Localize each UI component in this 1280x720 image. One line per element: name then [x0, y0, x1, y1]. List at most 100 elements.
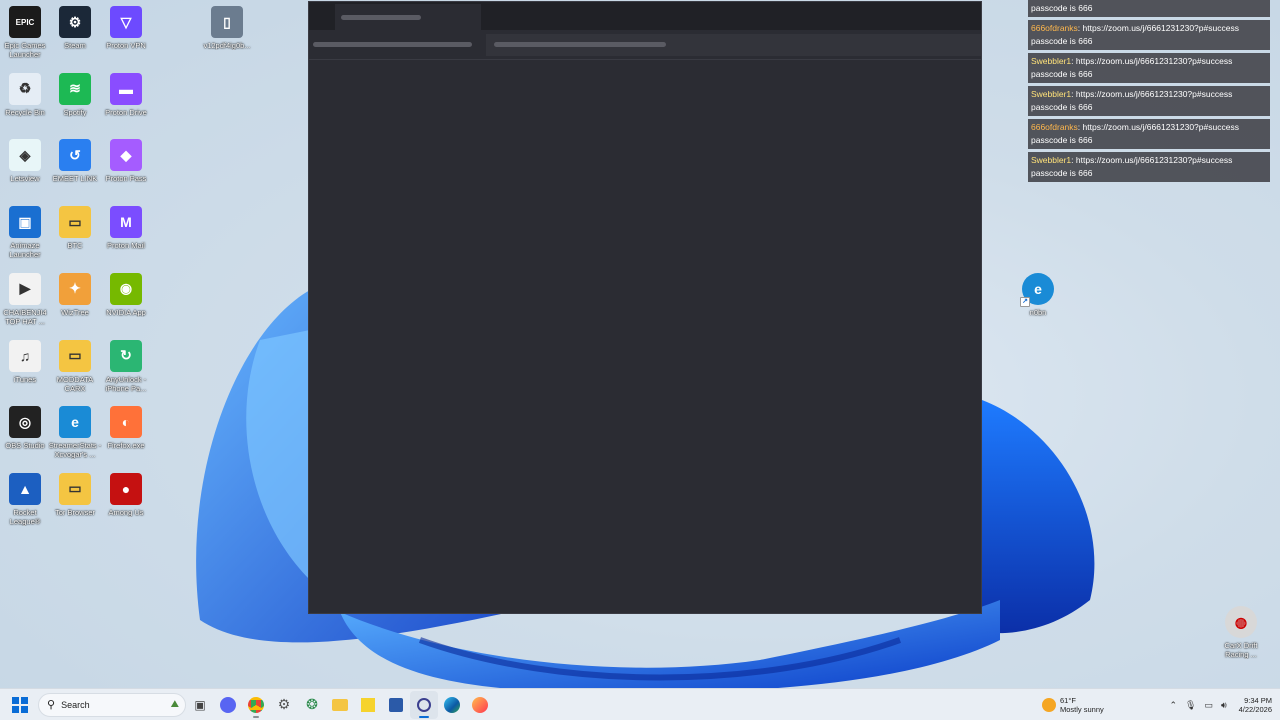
chat-message: Swebbler1: https://zoom.us/j/6661231230?…	[1028, 53, 1270, 83]
gear-icon: ⚙	[277, 696, 291, 712]
desktop-icon-label: OBS Studio	[5, 441, 45, 451]
icon-glyph: e	[71, 414, 79, 431]
icon-glyph: ●	[121, 480, 131, 497]
desktop-icon[interactable]: ◉ NVIDIA App	[99, 272, 153, 317]
desktop-icon[interactable]: ◐ Firefox.exe	[99, 406, 153, 450]
search-icon: ⚲	[47, 699, 56, 711]
desktop-icon-label: Firefox.exe	[107, 441, 145, 451]
task-view-button[interactable]: ▣	[186, 691, 214, 719]
weather-widget[interactable]: 61°F Mostly sunny	[1042, 689, 1104, 720]
microphone-icon[interactable]: 🎙︎	[1185, 700, 1196, 711]
clock[interactable]: 9:34 PM 4/22/2026	[1239, 696, 1272, 714]
desktop-icon-label: BTC	[67, 241, 83, 251]
desktop-icon-edge-shortcut[interactable]: e ↗ n0bn	[1011, 273, 1065, 317]
icon-glyph: ▬	[119, 80, 133, 97]
taskbar-app[interactable]: ❂	[298, 691, 326, 719]
window-titlebar[interactable]	[309, 2, 981, 30]
desktop-icon[interactable]: ◈ Letsview	[0, 139, 52, 183]
taskbar-firefox[interactable]	[466, 691, 494, 719]
clock-date: 4/22/2026	[1238, 705, 1272, 714]
taskbar-active-app[interactable]	[410, 690, 438, 719]
desktop-icon-label: Proton Drive	[105, 107, 147, 117]
desktop-icon-label: n0bn	[1029, 308, 1047, 317]
app-icon: ↻	[110, 339, 142, 372]
firefox-icon	[472, 696, 488, 713]
desktop-icon[interactable]: ▭ Tor Browser	[48, 472, 102, 517]
app-icon: ●	[110, 472, 142, 505]
desktop-icon[interactable]: ♫ iTunes	[0, 339, 52, 384]
chat-username: 666ofdranks	[1031, 122, 1078, 132]
volume-icon[interactable]: 🔊︎	[1221, 700, 1227, 711]
desktop-icon[interactable]: ✦ WizTree	[48, 272, 102, 317]
icon-glyph: ▣	[18, 213, 32, 230]
window-content	[309, 60, 981, 614]
icon-glyph: ♻	[18, 80, 32, 97]
desktop-icon[interactable]: ▭ MODDATA CARX	[48, 339, 102, 393]
desktop-icon[interactable]: ≋ Spotify	[48, 72, 102, 117]
desktop-icon[interactable]: ⚙ Steam	[48, 6, 102, 50]
desktop-icon-label: Tor Browser	[54, 507, 95, 517]
desktop-icon[interactable]: ▣ Animaze Launcher	[0, 206, 52, 259]
desktop-icon[interactable]: M Proton Mail	[99, 206, 153, 250]
chat-username: Swebbler1	[1031, 56, 1072, 66]
toolbar-placeholder	[313, 42, 473, 47]
icon-glyph: ◐	[121, 414, 131, 431]
file-icon: ▯	[211, 6, 243, 38]
app-window[interactable]	[308, 1, 982, 614]
taskbar-edge[interactable]	[438, 691, 466, 719]
taskbar-file-explorer[interactable]	[326, 691, 354, 719]
tab-active[interactable]	[335, 4, 481, 30]
app-icon: ▭	[59, 206, 91, 239]
chevron-up-icon[interactable]: ⌃	[1169, 700, 1177, 711]
address-field[interactable]	[486, 33, 981, 56]
desktop-icon[interactable]: EPIC Epic Games Launcher	[0, 6, 52, 59]
icon-glyph: ♫	[19, 347, 31, 364]
chat-overlay: passcode is 666 666ofdranks: https://zoom…	[1028, 0, 1270, 185]
icon-glyph: ⚙	[68, 13, 82, 30]
desktop-icon-file[interactable]: ▯ v12pdf4ig0b...	[200, 6, 254, 50]
address-placeholder	[494, 42, 667, 47]
desktop-icon-label: CarX Drift Racing ...	[1224, 641, 1258, 659]
desktop-icon-label: Spotify	[63, 107, 87, 117]
desktop-icon[interactable]: ▶ CHAIBENJI4 TOP HAT ...	[0, 272, 52, 326]
desktop-icon-label: iTunes	[13, 374, 37, 384]
desktop-icon[interactable]: ◎ OBS Studio	[0, 406, 52, 450]
app-icon: ◎	[9, 406, 41, 439]
taskbar-search[interactable]: ⚲ Search ⛰	[38, 692, 186, 717]
desktop-icon[interactable]: ▬ Proton Drive	[99, 72, 153, 117]
desktop-icon[interactable]: ♻ Recycle Bin	[0, 72, 52, 117]
chrome-icon	[248, 696, 264, 713]
desktop-icon-label: EMEET LINK	[52, 174, 98, 184]
search-placeholder: Search	[61, 699, 90, 710]
start-button[interactable]	[6, 691, 34, 719]
taskbar-settings[interactable]: ⚙	[270, 691, 298, 719]
taskbar-app-2[interactable]	[382, 691, 410, 719]
desktop-icon[interactable]: ▭ BTC	[48, 206, 102, 250]
desktop-icon-label: Proton VPN	[106, 41, 146, 50]
taskbar-discord[interactable]	[214, 691, 242, 719]
icon-glyph: ▽	[120, 13, 132, 30]
window-icon	[389, 697, 403, 712]
app-icon: ◐	[110, 406, 142, 439]
icon-glyph: ▶	[19, 280, 31, 297]
desktop-icon[interactable]: ↻ AnyUnlock - iPhone Pa...	[99, 339, 153, 393]
desktop-icon[interactable]: ▲ Rocket League®	[0, 472, 52, 526]
app-icon: e	[59, 406, 91, 439]
desktop-icon[interactable]: ▽ Proton VPN	[99, 6, 153, 50]
tab-title-placeholder	[341, 14, 421, 20]
network-icon[interactable]: ▭	[1204, 700, 1213, 711]
taskbar-sticky-notes[interactable]	[354, 691, 382, 719]
app-icon: ≋	[59, 72, 91, 105]
taskbar-chrome[interactable]	[242, 691, 270, 719]
app-icon: ▽	[110, 6, 142, 38]
desktop-icon[interactable]: e StreamerStats - Xcvogar's ...	[48, 406, 102, 459]
desktop-icon[interactable]: ◆ Proton Pass	[99, 139, 153, 183]
icon-glyph: ◉	[119, 280, 133, 297]
desktop-icon-label: CHAIBENJI4 TOP HAT ...	[3, 307, 47, 326]
desktop-icon-label: Rocket League®	[9, 507, 41, 526]
desktop-icon-carx[interactable]: ◍ CarX Drift Racing ...	[1214, 606, 1268, 659]
desktop-icon[interactable]: ↺ EMEET LINK	[48, 139, 102, 183]
icon-glyph: M	[120, 214, 132, 231]
desktop-icon-label: MODDATA CARX	[56, 374, 94, 393]
desktop-icon[interactable]: ● Among Us	[99, 472, 153, 517]
